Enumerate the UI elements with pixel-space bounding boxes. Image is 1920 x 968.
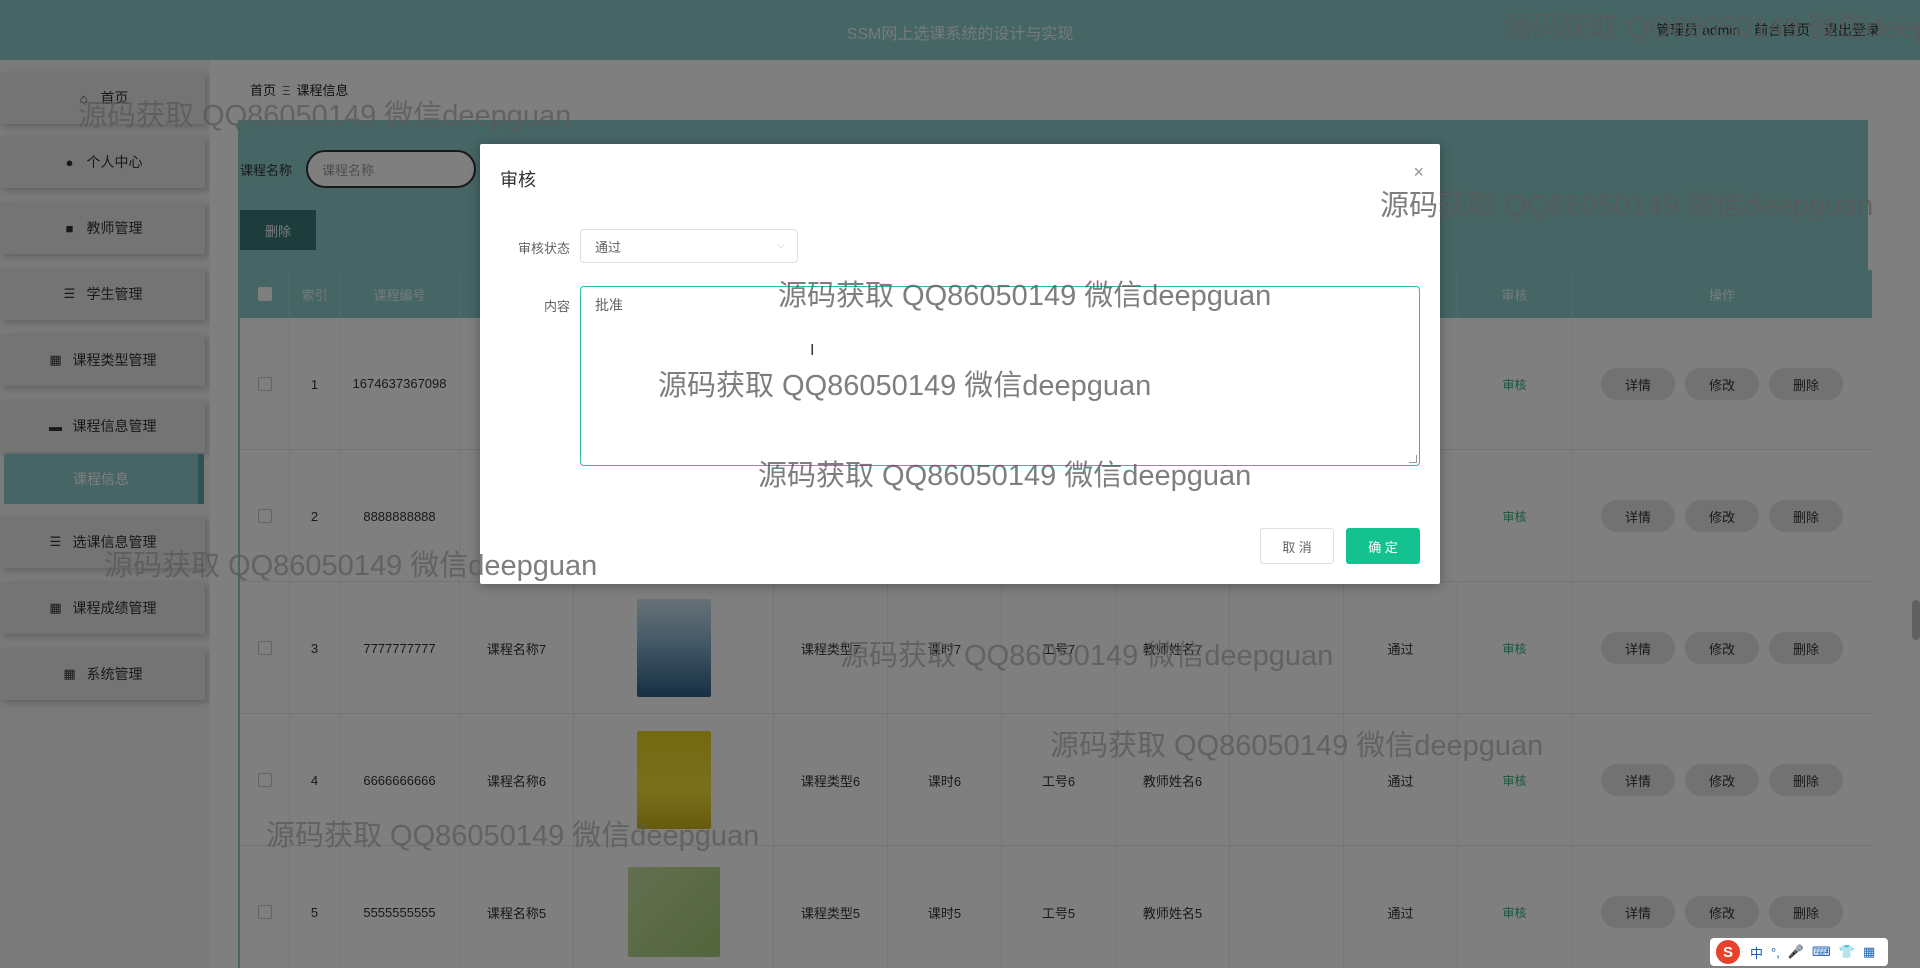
audit-status-select[interactable]: 通过 ⌵: [580, 229, 798, 263]
sogou-logo-icon: S: [1716, 940, 1740, 964]
content-textarea[interactable]: 批准: [580, 286, 1420, 466]
toolbox-icon[interactable]: ▦: [1863, 944, 1875, 960]
confirm-button[interactable]: 确 定: [1346, 528, 1420, 564]
cancel-button[interactable]: 取 消: [1260, 528, 1334, 564]
skin-icon[interactable]: 👕: [1839, 944, 1855, 960]
ime-toolbar[interactable]: S 中 °, 🎤 ⌨ 👕 ▦: [1710, 938, 1888, 966]
close-icon[interactable]: ×: [1413, 162, 1424, 183]
ime-mode[interactable]: 中: [1750, 943, 1763, 962]
microphone-icon[interactable]: 🎤: [1788, 944, 1804, 960]
content-value: 批准: [595, 297, 623, 313]
audit-status-value: 通过: [595, 239, 622, 255]
audit-status-label: 审核状态: [517, 241, 570, 256]
resize-handle-icon[interactable]: [1409, 455, 1417, 463]
chevron-down-icon: ⌵: [776, 239, 785, 251]
punctuation-icon[interactable]: °,: [1771, 945, 1780, 960]
text-cursor-icon: I: [810, 342, 815, 359]
keyboard-icon[interactable]: ⌨: [1812, 944, 1831, 960]
audit-dialog: 审核 × 审核状态 通过 ⌵ 内容 批准 I 取 消 确 定: [480, 144, 1440, 584]
dialog-title: 审核: [500, 170, 536, 190]
content-label: 内容: [543, 299, 570, 314]
